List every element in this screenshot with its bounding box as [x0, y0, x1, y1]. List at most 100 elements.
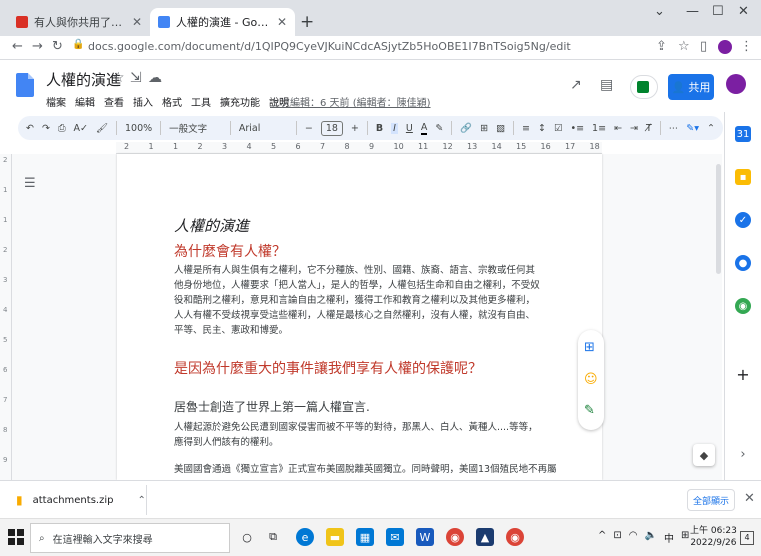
notification-center[interactable]: 4: [740, 531, 754, 545]
close-tab-icon[interactable]: ✕: [277, 15, 287, 29]
comment-icon[interactable]: ⊞: [480, 123, 488, 134]
close-tab-icon[interactable]: ✕: [132, 15, 142, 29]
tab-search-icon[interactable]: ⌄: [654, 4, 665, 19]
expand-panel-icon[interactable]: ›: [735, 446, 751, 462]
document-page[interactable]: 人權的演進 為什麼會有人權？ 人權是所有人與生俱有之權利，它不分種族、性別、國籍…: [117, 154, 602, 480]
photos-icon[interactable]: ▲: [476, 528, 494, 546]
clock[interactable]: 上午 06:23 2022/9/26: [690, 525, 737, 549]
menu-edit[interactable]: 編輯: [75, 94, 95, 109]
close-window-icon[interactable]: ✕: [738, 4, 749, 19]
document-title[interactable]: 人權的演進: [46, 69, 121, 90]
download-item[interactable]: ▮ attachments.zip ⌃: [16, 493, 146, 507]
document-outline-icon[interactable]: ☰: [24, 176, 36, 191]
forward-icon[interactable]: →: [32, 39, 43, 54]
wifi-icon[interactable]: ◠: [629, 530, 638, 545]
contacts-icon[interactable]: ●: [735, 255, 751, 271]
underline-icon[interactable]: U: [406, 123, 413, 134]
explore-icon[interactable]: ◆: [693, 444, 715, 466]
italic-icon[interactable]: I: [391, 122, 398, 134]
bookmark-star-icon[interactable]: ☆: [678, 39, 690, 54]
new-tab-icon[interactable]: +: [300, 12, 314, 32]
print-icon[interactable]: ⎙: [58, 123, 66, 134]
file-explorer-icon[interactable]: ▬: [326, 528, 344, 546]
zoom-select[interactable]: 100%: [125, 123, 152, 134]
tasks-icon[interactable]: ✓: [735, 212, 751, 228]
browser-tab-active-doc[interactable]: 人權的演進 - Google 文件 ✕: [150, 8, 295, 36]
ime-mode-icon[interactable]: ⊞: [681, 530, 689, 545]
activity-trend-icon[interactable]: ↗: [570, 77, 582, 93]
chrome-menu-icon[interactable]: ⋮: [740, 39, 753, 54]
taskbar-search[interactable]: ⌕ 在這裡輸入文字來搜尋: [30, 523, 230, 553]
task-view-icon[interactable]: ⧉: [264, 528, 282, 546]
section-heading[interactable]: 為什麼會有人權？: [174, 241, 544, 261]
editing-mode-icon[interactable]: ✎▾: [686, 123, 699, 134]
highlight-icon[interactable]: ✎: [435, 123, 443, 134]
keep-icon[interactable]: ▪: [735, 169, 751, 185]
browser-tab-shared-doc[interactable]: 有人與你共用了文件：「小組討論… ✕: [8, 8, 150, 36]
undo-icon[interactable]: ↶: [26, 123, 34, 134]
download-menu-icon[interactable]: ⌃: [137, 495, 145, 506]
style-select[interactable]: 一般文字: [169, 121, 222, 135]
close-downloads-icon[interactable]: ✕: [744, 491, 755, 506]
font-size-input[interactable]: 18: [320, 120, 343, 136]
increase-indent-icon[interactable]: ⇥: [630, 123, 638, 134]
minimize-icon[interactable]: —: [686, 4, 699, 19]
menu-extensions[interactable]: 擴充功能: [220, 94, 260, 109]
tray-overflow-icon[interactable]: ^: [598, 530, 606, 545]
body-paragraph[interactable]: 美國國會通過《獨立宣言》正式宣布美國脫離英國獨立。同時聲明，美國13個殖民地不再…: [174, 462, 557, 477]
start-button[interactable]: [8, 529, 24, 545]
menu-insert[interactable]: 插入: [133, 94, 153, 109]
word-icon[interactable]: W: [416, 528, 434, 546]
ime-indicator[interactable]: 中: [664, 530, 674, 545]
bulleted-list-icon[interactable]: •≡: [570, 123, 584, 134]
star-icon[interactable]: ☆: [112, 70, 125, 86]
last-edit-link[interactable]: 上次編輯：6 天前 (編輯者：陳佳穎): [270, 94, 431, 109]
chrome-active-icon[interactable]: ◉: [506, 528, 524, 546]
spellcheck-icon[interactable]: A✓: [74, 123, 88, 134]
image-icon[interactable]: ▧: [496, 123, 505, 134]
reload-icon[interactable]: ↻: [52, 39, 63, 54]
user-avatar[interactable]: [726, 74, 746, 94]
comments-icon[interactable]: ▤: [600, 77, 613, 93]
meet-button[interactable]: [630, 75, 658, 99]
volume-icon[interactable]: 🔈: [645, 530, 657, 545]
profile-avatar[interactable]: [718, 40, 732, 54]
menu-file[interactable]: 檔案: [46, 94, 66, 109]
show-all-button[interactable]: 全部顯示: [687, 489, 735, 511]
document-heading[interactable]: 人權的演進: [174, 215, 544, 236]
body-paragraph[interactable]: 人權起源於避免公民遭到國家侵害而被不平等的對待，那黑人、白人、黃種人....等等…: [174, 420, 544, 450]
url-field[interactable]: docs.google.com/document/d/1QIPQ9CyeVJKu…: [88, 40, 571, 53]
bold-icon[interactable]: B: [376, 123, 383, 134]
font-size-decrease-button[interactable]: −: [305, 123, 313, 134]
horizontal-ruler[interactable]: 2 1 1 2 3 4 5 6 7 8 9 10 11 12 13 14 15 16 17 18: [116, 142, 602, 154]
sidebar-icon[interactable]: ▯: [700, 39, 707, 54]
share-page-icon[interactable]: ⇪: [656, 39, 667, 54]
paint-format-icon[interactable]: 🖌: [96, 123, 108, 134]
vertical-scrollbar[interactable]: [716, 164, 721, 274]
lock-icon[interactable]: 🔒: [72, 39, 84, 50]
calendar-icon[interactable]: 31: [735, 126, 751, 142]
font-select[interactable]: Arial: [239, 123, 288, 134]
font-size-increase-button[interactable]: +: [351, 123, 359, 134]
back-icon[interactable]: ←: [12, 39, 23, 54]
emoji-reaction-icon[interactable]: ☺: [584, 372, 598, 387]
menu-format[interactable]: 格式: [162, 94, 182, 109]
maximize-icon[interactable]: ☐: [712, 4, 724, 19]
link-icon[interactable]: 🔗: [460, 123, 472, 134]
vertical-ruler[interactable]: 2112345678910: [0, 154, 12, 494]
redo-icon[interactable]: ↷: [42, 123, 50, 134]
cortana-icon[interactable]: ○: [238, 528, 256, 546]
add-addon-icon[interactable]: +: [735, 365, 751, 384]
network-icon[interactable]: ⊡: [613, 530, 621, 545]
text-color-icon[interactable]: A: [420, 122, 428, 135]
decrease-indent-icon[interactable]: ⇤: [614, 123, 622, 134]
docs-logo-icon[interactable]: [16, 73, 34, 97]
checklist-icon[interactable]: ☑: [554, 123, 563, 134]
maps-icon[interactable]: ◉: [735, 298, 751, 314]
cloud-status-icon[interactable]: ☁: [148, 70, 162, 86]
line-spacing-icon[interactable]: ↕: [538, 123, 546, 134]
chrome-icon[interactable]: ◉: [446, 528, 464, 546]
clear-formatting-icon[interactable]: T̸: [646, 123, 652, 134]
section-heading[interactable]: 是因為什麼重大的事件讓我們享有人權的保護呢？: [174, 358, 544, 378]
more-icon[interactable]: ⋯: [669, 123, 679, 134]
